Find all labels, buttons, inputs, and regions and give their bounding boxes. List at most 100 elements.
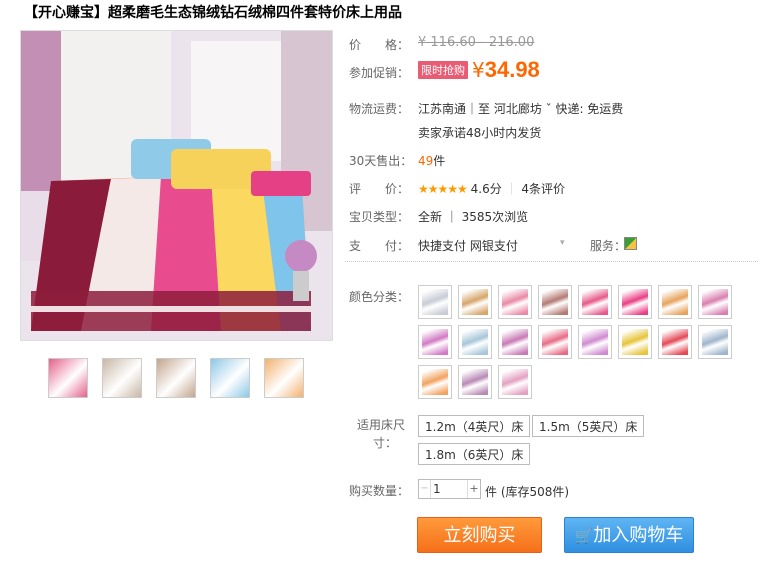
payment-methods: 快捷支付 网银支付 <box>418 239 518 253</box>
swatch-image <box>582 289 608 315</box>
size-option-1-8m[interactable]: 1.8m（6英尺）床 <box>418 443 531 465</box>
color-label: 颜色分类： <box>349 290 410 304</box>
color-swatch-12[interactable] <box>538 325 572 359</box>
quantity-label: 购买数量： <box>349 484 410 498</box>
size-option-1-2m[interactable]: 1.2m（4英尺）床 <box>418 415 531 437</box>
service-label: 服务： <box>590 239 627 253</box>
shipping-label: 物流运费： <box>349 102 410 116</box>
size-option-1-5m[interactable]: 1.5m（5英尺）床 <box>532 415 645 437</box>
quantity-input[interactable]: 1 <box>433 482 441 496</box>
quantity-row: 购买数量： <box>349 482 409 499</box>
color-swatch-19[interactable] <box>498 365 532 399</box>
color-swatch-6[interactable] <box>618 285 652 319</box>
swatch-image <box>502 289 528 315</box>
sales-row: 30天售出： <box>349 152 412 169</box>
color-swatch-5[interactable] <box>578 285 612 319</box>
cart-icon: 🛒 <box>574 527 594 545</box>
promo-price: 34.98 <box>484 57 540 82</box>
rating-label: 评 价： <box>349 182 410 196</box>
swatch-image <box>622 289 648 315</box>
swatch-image <box>622 329 648 355</box>
swatch-image <box>422 289 448 315</box>
color-row: 颜色分类： <box>349 288 409 305</box>
payment-row: 支 付： <box>349 237 409 254</box>
swatch-image <box>422 329 448 355</box>
color-swatch-15[interactable] <box>658 325 692 359</box>
swatch-image <box>422 369 448 395</box>
swatch-image <box>702 329 728 355</box>
chevron-down-icon[interactable]: ▾ <box>560 238 565 248</box>
swatch-image <box>462 289 488 315</box>
add-to-cart-label: 加入购物车 <box>593 525 684 546</box>
shipping-promise: 卖家承诺48小时内发货 <box>418 126 542 140</box>
swatch-image <box>702 289 728 315</box>
type-label: 宝贝类型： <box>349 210 410 224</box>
rating-separator: ｜ <box>505 182 518 196</box>
stock-info: 件 (库存508件) <box>485 485 570 499</box>
swatch-image <box>502 369 528 395</box>
review-count-link[interactable]: 4条评价 <box>521 182 565 196</box>
swatch-image <box>462 369 488 395</box>
promo-label: 参加促销： <box>349 66 410 80</box>
quantity-stepper[interactable]: − 1 + <box>418 479 481 499</box>
color-swatch-14[interactable] <box>618 325 652 359</box>
thumbnail-3[interactable] <box>156 358 196 398</box>
size-label: 适用床尺 寸： <box>357 416 405 452</box>
color-swatch-4[interactable] <box>538 285 572 319</box>
section-divider <box>345 261 758 262</box>
color-swatch-8[interactable] <box>698 285 732 319</box>
promo-row: 参加促销： <box>349 64 409 81</box>
sales-label: 30天售出： <box>349 154 413 168</box>
flash-sale-tag: 限时抢购 <box>418 61 468 79</box>
swatch-image <box>662 329 688 355</box>
type-row: 宝贝类型： <box>349 208 409 225</box>
color-swatch-1[interactable] <box>418 285 452 319</box>
payment-label: 支 付： <box>349 239 410 253</box>
swatch-image <box>462 329 488 355</box>
original-price-value: ¥ 116.60 - 216.00 <box>418 35 535 50</box>
color-swatch-3[interactable] <box>498 285 532 319</box>
swatch-image <box>582 329 608 355</box>
thumbnail-2[interactable] <box>102 358 142 398</box>
color-swatch-17[interactable] <box>418 365 452 399</box>
thumbnail-5[interactable] <box>264 358 304 398</box>
price-row: 价 格： <box>349 36 409 53</box>
color-swatch-10[interactable] <box>458 325 492 359</box>
sales-unit: 件 <box>433 154 446 168</box>
star-rating-icon: ★★★★★ <box>418 182 468 196</box>
color-swatch-7[interactable] <box>658 285 692 319</box>
price-label: 价 格： <box>349 38 410 52</box>
rating-value: ★★★★★ 4.6分 ｜ 4条评价 <box>418 180 565 197</box>
sales-count: 49 <box>418 154 434 168</box>
color-swatch-13[interactable] <box>578 325 612 359</box>
buy-now-button[interactable]: 立刻购买 <box>417 517 542 553</box>
currency-symbol: ¥ <box>472 58 485 82</box>
color-swatch-18[interactable] <box>458 365 492 399</box>
shipping-route[interactable]: 江苏南通｜至 河北廊坊 ˇ 快递: 免运费 <box>418 100 623 117</box>
bed-photo <box>21 31 332 340</box>
thumbnail-4[interactable] <box>210 358 250 398</box>
promo-price-block: 限时抢购 ¥34.98 <box>418 57 540 83</box>
main-product-image[interactable] <box>20 30 333 341</box>
rating-row: 评 价： <box>349 180 409 197</box>
color-swatch-9[interactable] <box>418 325 452 359</box>
color-swatch-11[interactable] <box>498 325 532 359</box>
quantity-increment-button[interactable]: + <box>467 480 480 498</box>
swatch-image <box>502 329 528 355</box>
color-swatch-2[interactable] <box>458 285 492 319</box>
color-swatch-16[interactable] <box>698 325 732 359</box>
service-badge-icon[interactable] <box>624 237 637 250</box>
size-label-line1: 适用床尺 <box>357 418 406 432</box>
original-price: ¥ 116.60 - 216.00 <box>418 35 534 50</box>
swatch-image <box>542 329 568 355</box>
add-to-cart-button[interactable]: 🛒加入购物车 <box>564 517 694 553</box>
shipping-row: 物流运费： <box>349 100 409 117</box>
product-title: 【开心赚宝】超柔磨毛生态锦绒钻石绒棉四件套特价床上用品 <box>24 5 402 21</box>
sales-value: 49件 <box>418 152 445 169</box>
type-value: 全新 ｜ 3585次浏览 <box>418 210 529 224</box>
size-label-line2: 寸： <box>373 436 398 450</box>
rating-score: 4.6分 <box>470 182 502 196</box>
quantity-decrement-button[interactable]: − <box>419 480 431 498</box>
thumbnail-1[interactable] <box>48 358 88 398</box>
swatch-image <box>662 289 688 315</box>
